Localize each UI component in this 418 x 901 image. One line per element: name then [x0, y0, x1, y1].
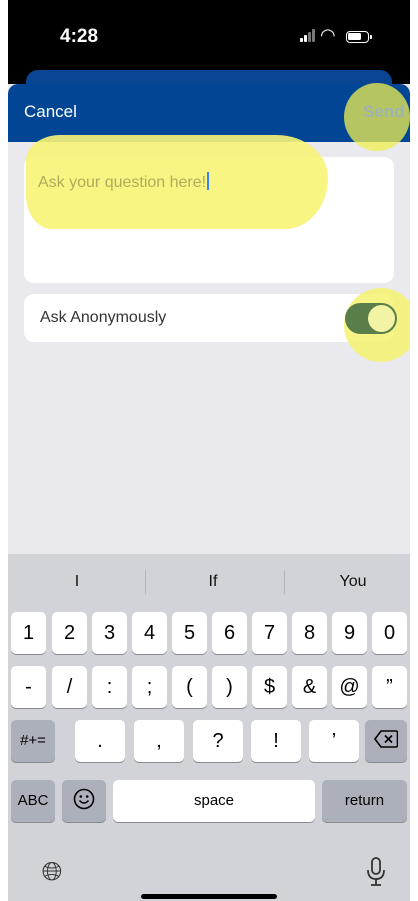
key-1[interactable]: 1 — [11, 612, 46, 654]
key-2[interactable]: 2 — [52, 612, 87, 654]
battery-icon — [346, 31, 369, 43]
abc-key[interactable]: ABC — [11, 780, 55, 822]
key-5[interactable]: 5 — [172, 612, 207, 654]
key-hyphen[interactable]: - — [11, 666, 46, 708]
text-caret — [207, 172, 210, 190]
toggle-knob — [368, 305, 395, 332]
anonymous-label: Ask Anonymously — [40, 309, 167, 326]
home-indicator — [141, 894, 277, 899]
emoji-icon — [73, 788, 95, 810]
key-period[interactable]: . — [75, 720, 125, 762]
key-semicolon[interactable]: ; — [132, 666, 167, 708]
key-close-paren[interactable]: ) — [212, 666, 247, 708]
symbols-toggle-key[interactable]: #+= — [11, 720, 55, 762]
key-0[interactable]: 0 — [372, 612, 407, 654]
key-at[interactable]: @ — [332, 666, 367, 708]
space-key[interactable]: space — [113, 780, 315, 822]
keyboard: I If You 1 2 3 4 5 6 7 8 9 0 - / : ; ( )… — [8, 554, 410, 901]
key-comma[interactable]: , — [134, 720, 184, 762]
key-quote[interactable]: ” — [372, 666, 407, 708]
emoji-key[interactable] — [62, 780, 106, 822]
key-question[interactable]: ? — [193, 720, 243, 762]
send-button[interactable]: Send — [363, 102, 405, 122]
battery-tip — [370, 35, 372, 39]
key-4[interactable]: 4 — [132, 612, 167, 654]
question-input[interactable]: Ask your question here! — [38, 172, 210, 192]
suggestion-bar: I If You — [8, 564, 410, 600]
anonymous-row: Ask Anonymously — [24, 294, 394, 342]
delete-key[interactable] — [365, 720, 407, 762]
return-key[interactable]: return — [322, 780, 407, 822]
status-bar: 4:28 ◠ — [8, 0, 410, 100]
signal-icon — [300, 28, 316, 42]
mic-icon[interactable] — [364, 856, 388, 888]
phone-screen: 4:28 ◠ Cancel Send Ask your question her… — [8, 0, 410, 901]
delete-icon — [374, 730, 399, 748]
key-slash[interactable]: / — [52, 666, 87, 708]
anonymous-toggle[interactable] — [345, 303, 397, 334]
suggestion-2[interactable]: If — [146, 564, 280, 600]
suggestion-divider — [284, 570, 285, 594]
mic-icon-glyph — [367, 857, 385, 886]
key-7[interactable]: 7 — [252, 612, 287, 654]
question-placeholder: Ask your question here! — [38, 174, 207, 191]
suggestion-3[interactable]: You — [286, 564, 410, 600]
key-6[interactable]: 6 — [212, 612, 247, 654]
key-apostrophe[interactable]: ’ — [309, 720, 359, 762]
globe-icon[interactable]: 🌐︎ — [36, 856, 68, 888]
key-8[interactable]: 8 — [292, 612, 327, 654]
key-open-paren[interactable]: ( — [172, 666, 207, 708]
key-3[interactable]: 3 — [92, 612, 127, 654]
status-icons: ◠ — [300, 25, 390, 48]
wifi-icon: ◠ — [320, 25, 336, 46]
cancel-button[interactable]: Cancel — [24, 102, 77, 122]
suggestion-1[interactable]: I — [10, 564, 144, 600]
key-dollar[interactable]: $ — [252, 666, 287, 708]
key-9[interactable]: 9 — [332, 612, 367, 654]
key-colon[interactable]: : — [92, 666, 127, 708]
key-ampersand[interactable]: & — [292, 666, 327, 708]
status-time: 4:28 — [60, 26, 99, 47]
key-exclamation[interactable]: ! — [251, 720, 301, 762]
